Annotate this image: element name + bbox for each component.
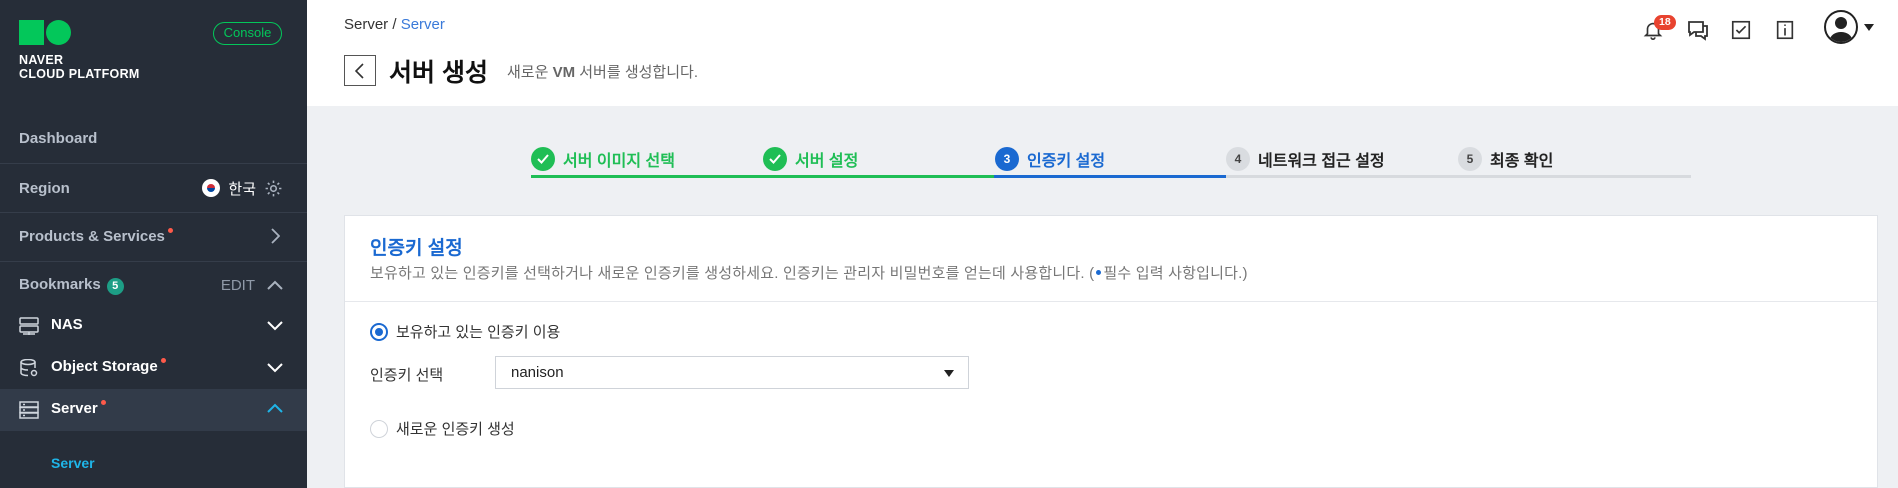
- step-label: 서버 설정: [795, 153, 859, 170]
- logo-mark-icon: [19, 20, 140, 45]
- bookmark-item-server[interactable]: Server: [0, 389, 307, 431]
- key-select-label: 인증키 선택: [370, 367, 444, 384]
- card-description: 보유하고 있는 인증키를 선택하거나 새로운 인증키를 생성하세요. 인증키는 …: [370, 262, 1248, 283]
- chevron-down-icon[interactable]: [267, 359, 283, 375]
- desc-required: 필수 입력 사항입니다.): [1103, 265, 1248, 282]
- server-icon: [19, 401, 39, 419]
- page-header: Server / Server 서버 생성 새로운 VM 서버를 생성합니다. …: [307, 0, 1898, 106]
- region-label: Region: [19, 179, 70, 197]
- radio-new-key[interactable]: [370, 419, 388, 438]
- header-toolbar: 18: [1622, 10, 1874, 44]
- info-icon: [1776, 20, 1794, 40]
- page-subtitle: 새로운 VM 서버를 생성합니다.: [507, 61, 698, 82]
- chevron-up-icon[interactable]: [267, 401, 283, 417]
- avatar: [1824, 10, 1858, 44]
- breadcrumb-root[interactable]: Server /: [344, 16, 397, 33]
- chevron-left-icon: [355, 62, 364, 79]
- step-final-review: 5 최종 확인: [1458, 140, 1553, 178]
- breadcrumb: Server / Server: [344, 16, 445, 33]
- notification-button[interactable]: 18: [1642, 15, 1676, 43]
- required-dot-icon: [1096, 269, 1102, 275]
- key-select[interactable]: nanison: [495, 356, 969, 389]
- wizard-steps: 서버 이미지 선택 서버 설정 3 인증키 설정 4 네트워크 접근 설정 5 …: [531, 140, 1691, 178]
- option-existing-label: 보유하고 있는 인증키 이용: [396, 324, 561, 341]
- step-label: 네트워크 접근 설정: [1258, 153, 1385, 170]
- step-auth-key: 3 인증키 설정: [995, 140, 1105, 178]
- bookmarks-edit-button[interactable]: EDIT: [221, 277, 255, 294]
- user-menu[interactable]: [1824, 10, 1874, 44]
- chat-button[interactable]: [1686, 19, 1710, 43]
- bookmark-item-object-storage[interactable]: Object Storage: [0, 347, 307, 389]
- step-number: 5: [1458, 147, 1482, 171]
- nav-products-services[interactable]: Products & Services: [0, 216, 307, 256]
- card-title: 인증키 설정: [370, 238, 463, 259]
- new-dot: [167, 227, 173, 233]
- bookmarks-label: Bookmarks: [19, 275, 101, 293]
- gear-icon[interactable]: [264, 179, 283, 198]
- nav-region[interactable]: Region 한국: [0, 168, 307, 208]
- nav-dashboard[interactable]: Dashboard: [0, 118, 307, 158]
- option-existing-key[interactable]: 보유하고 있는 인증키 이용: [370, 321, 560, 342]
- page-title: 서버 생성: [389, 59, 488, 87]
- sidebar-subitem-server[interactable]: Server: [51, 455, 95, 471]
- region-value: 한국: [228, 180, 256, 198]
- step-number: 4: [1226, 147, 1250, 171]
- memo-button[interactable]: [1730, 19, 1754, 43]
- chevron-up-icon[interactable]: [267, 280, 283, 290]
- desc-main: 보유하고 있는 인증키를 선택하거나 새로운 인증키를 생성하세요. 인증키는 …: [370, 265, 1095, 282]
- key-select-value: nanison: [511, 364, 564, 381]
- subtitle-bold: VM: [552, 64, 576, 81]
- step-label: 인증키 설정: [1027, 153, 1106, 170]
- user-icon: [1829, 17, 1853, 42]
- korea-flag-icon: [202, 179, 221, 197]
- bookmark-item-nas[interactable]: NAS: [0, 305, 307, 347]
- option-new-label: 새로운 인증키 생성: [396, 421, 515, 438]
- object-storage-icon: [20, 359, 38, 377]
- step-server-settings: 서버 설정: [763, 140, 858, 178]
- info-button[interactable]: [1774, 19, 1798, 43]
- notification-count-badge: 18: [1654, 15, 1676, 30]
- step-number: 3: [995, 147, 1019, 171]
- radio-existing-key[interactable]: [370, 322, 388, 341]
- chevron-down-icon[interactable]: [267, 317, 283, 333]
- breadcrumb-current[interactable]: Server: [401, 16, 445, 33]
- products-label: Products & Services: [19, 227, 165, 245]
- sidebar: NAVER CLOUD PLATFORM Console Dashboard R…: [0, 0, 307, 488]
- nav-bookmarks[interactable]: Bookmarks 5 EDIT: [0, 265, 307, 305]
- new-dot: [100, 400, 106, 405]
- back-button[interactable]: [344, 55, 376, 86]
- step-label: 최종 확인: [1490, 153, 1554, 170]
- new-dot: [160, 358, 166, 363]
- subtitle-post: 서버를 생성합니다.: [579, 64, 698, 81]
- chat-icon: [1688, 21, 1708, 41]
- bookmarks-count-badge: 5: [106, 277, 124, 295]
- caret-down-icon: [1864, 23, 1874, 31]
- check-icon: [531, 147, 555, 171]
- chevron-right-icon: [271, 228, 280, 244]
- nas-icon: [19, 317, 39, 335]
- memo-icon: [1731, 20, 1751, 40]
- caret-down-icon: [944, 370, 954, 377]
- logo-line1: NAVER: [19, 53, 64, 67]
- logo-line2: CLOUD PLATFORM: [19, 67, 140, 81]
- step-network-access: 4 네트워크 접근 설정: [1226, 140, 1385, 178]
- step-server-image: 서버 이미지 선택: [531, 140, 675, 178]
- option-new-key[interactable]: 새로운 인증키 생성: [370, 418, 515, 439]
- dashboard-label: Dashboard: [19, 129, 98, 147]
- bookmark-label-server: Server: [51, 400, 98, 417]
- auth-key-card: 인증키 설정 보유하고 있는 인증키를 선택하거나 새로운 인증키를 생성하세요…: [344, 215, 1878, 488]
- bookmark-label-nas: NAS: [51, 316, 83, 333]
- step-label: 서버 이미지 선택: [563, 153, 675, 170]
- check-icon: [763, 147, 787, 171]
- naver-cloud-logo[interactable]: NAVER CLOUD PLATFORM: [19, 20, 140, 81]
- subtitle-pre: 새로운: [507, 64, 549, 81]
- console-button[interactable]: Console: [213, 22, 282, 45]
- bookmark-label-object-storage: Object Storage: [51, 358, 158, 375]
